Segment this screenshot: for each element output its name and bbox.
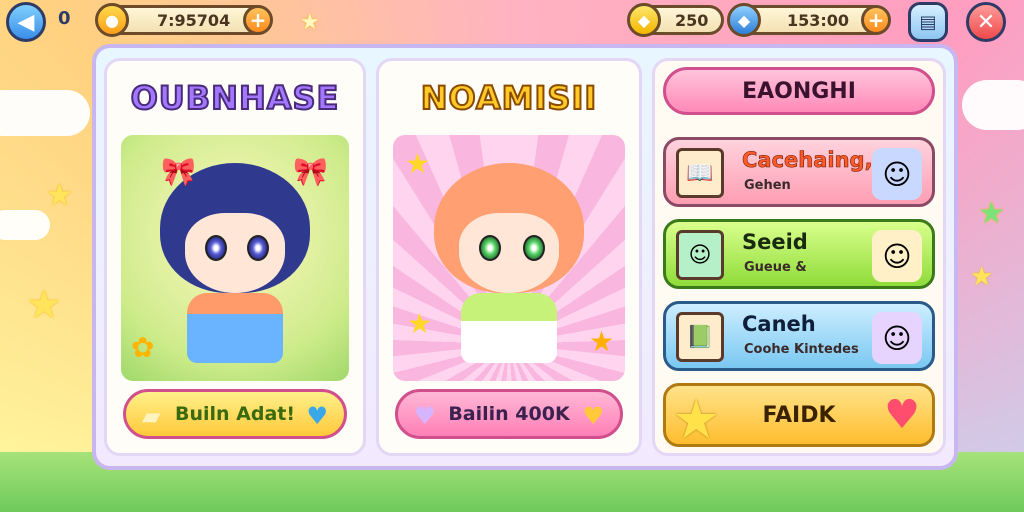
close-icon: ✕ xyxy=(976,9,996,35)
cloud-right xyxy=(962,80,1024,130)
star-icon: ★ xyxy=(672,388,721,451)
menu-item-subtitle: Gehen xyxy=(744,178,791,193)
heart-icon: ♥ xyxy=(414,402,436,430)
flower-icon: ✿ xyxy=(131,331,155,364)
faq-label: FAIDK xyxy=(762,402,836,428)
character-card-left: OUBNHASE 🎀 🎀 ✿ ▰ Builn Adat! ♥ xyxy=(104,58,366,456)
character-thumb-icon: ☺ xyxy=(872,312,922,364)
menu-item-subtitle: Coohe Kintedes xyxy=(744,342,859,357)
menu-card: EAONGHI 📖 Cacehaing, Gehen ☺ ☺ Seeid Gue… xyxy=(652,58,946,456)
character-eye xyxy=(479,235,501,261)
gems-counter: ◆ 250 xyxy=(627,3,724,37)
card-title: NOAMISII xyxy=(420,78,598,118)
book-icon: 📗 xyxy=(676,312,724,362)
menu-item-subtitle: Gueue & xyxy=(744,260,807,275)
character-eye xyxy=(205,235,227,261)
heart-icon: ♥ xyxy=(884,392,920,438)
arrow-left-icon: ◀ xyxy=(17,9,35,35)
cloud-left xyxy=(0,90,90,136)
menu-item-title: Cacehaing, xyxy=(742,148,873,173)
blue-gem-icon: ◆ xyxy=(727,3,761,37)
build-button-label: Bailin 400K xyxy=(448,403,570,425)
character-thumb-icon: ☺ xyxy=(872,148,922,200)
character-portrait-left[interactable]: 🎀 🎀 ✿ xyxy=(121,135,349,381)
character-eye xyxy=(247,235,269,261)
card-title: OUBNHASE xyxy=(130,78,340,118)
star-icon: ★ xyxy=(405,147,431,180)
add-energy-button[interactable]: + xyxy=(861,5,891,35)
menu-item-title: Seeid xyxy=(742,230,808,254)
menu-item-3[interactable]: 📗 Caneh Coohe Kintedes ☺ xyxy=(663,301,935,371)
character-thumb-icon: ☺ xyxy=(676,230,724,280)
menu-item-1[interactable]: 📖 Cacehaing, Gehen ☺ xyxy=(663,137,935,207)
gold-value: 7:95704 xyxy=(157,10,231,30)
gem-coin-icon: ◆ xyxy=(627,3,661,37)
back-count: 0 xyxy=(58,8,71,29)
star-icon: ★ xyxy=(407,307,433,340)
menu-item-2[interactable]: ☺ Seeid Gueue & ☺ xyxy=(663,219,935,289)
menu-header-button[interactable]: EAONGHI xyxy=(663,67,935,115)
gold-counter: ● 7:95704 + xyxy=(95,3,273,37)
character-portrait-middle[interactable]: ★ ★ ★ xyxy=(393,135,625,381)
book-icon: 📖 xyxy=(676,148,724,198)
star-deco-icon: ★ xyxy=(26,282,62,328)
save-button[interactable]: ▤ xyxy=(908,2,948,42)
red-bow-icon: 🎀 xyxy=(161,155,196,188)
character-card-middle: NOAMISII ★ ★ ★ ♥ Bailin 400K ♥ xyxy=(376,58,642,456)
menu-item-title: Caneh xyxy=(742,312,816,336)
character-body xyxy=(461,293,557,363)
star-deco-icon: ★ xyxy=(978,196,1005,231)
star-deco-icon: ★ xyxy=(970,262,994,292)
star-deco-icon: ★ xyxy=(46,178,73,213)
save-icon: ▤ xyxy=(919,11,937,33)
star-deco-icon: ★ xyxy=(300,10,320,35)
heart-icon: ♥ xyxy=(306,402,328,430)
back-button[interactable]: ◀ xyxy=(6,2,46,42)
scroll-icon: ▰ xyxy=(142,402,161,430)
red-bow-icon: 🎀 xyxy=(293,155,328,188)
character-thumb-icon: ☺ xyxy=(872,230,922,282)
gems-value: 250 xyxy=(675,10,709,30)
energy-counter: ◆ 153:00 + xyxy=(727,3,891,37)
close-button[interactable]: ✕ xyxy=(966,2,1006,42)
faq-button[interactable]: ★ FAIDK ♥ xyxy=(663,383,935,451)
gold-coin-icon: ● xyxy=(95,3,129,37)
heart-icon: ♥ xyxy=(582,402,604,430)
cloud-left-2 xyxy=(0,210,50,240)
energy-value: 153:00 xyxy=(787,10,850,30)
character-body xyxy=(187,293,283,363)
character-eye xyxy=(523,235,545,261)
build-button-label: Builn Adat! xyxy=(174,403,296,425)
main-panel: OUBNHASE 🎀 🎀 ✿ ▰ Builn Adat! ♥ NOAMISII … xyxy=(92,44,958,470)
character-face xyxy=(185,213,285,293)
add-gold-button[interactable]: + xyxy=(243,5,273,35)
star-icon: ★ xyxy=(589,325,615,358)
build-button-left[interactable]: ▰ Builn Adat! ♥ xyxy=(123,389,347,439)
build-button-middle[interactable]: ♥ Bailin 400K ♥ xyxy=(395,389,623,439)
